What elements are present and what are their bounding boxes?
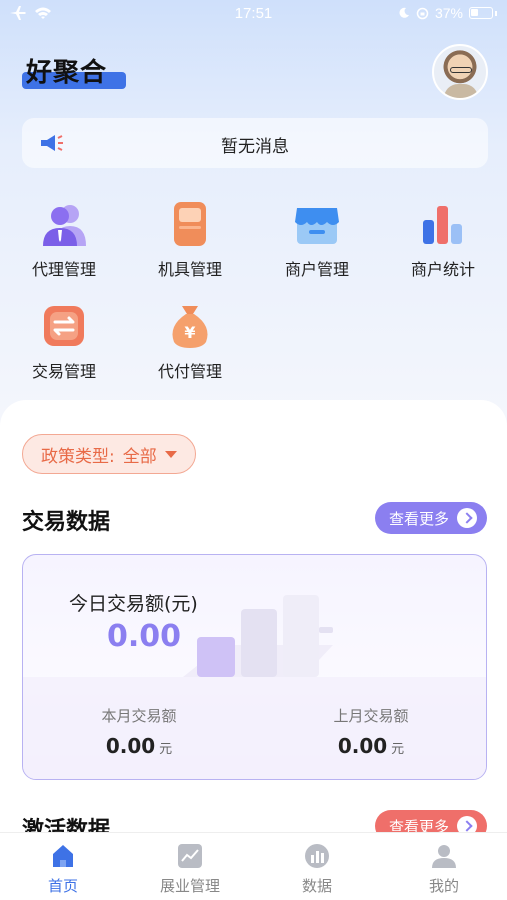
month-trade-value: 0.00 元 [23,734,255,758]
menu-item-agent[interactable]: 代理管理 [9,200,119,280]
agent-icon [40,200,88,248]
menu-item-shop-stats[interactable]: 商户统计 [388,200,498,280]
tab-label: 首页 [47,877,78,895]
last-month-unit: 元 [391,742,405,757]
home-icon [50,843,76,869]
menu-label: 交易管理 [31,362,96,381]
avatar[interactable] [432,44,488,100]
chevron-right-icon [457,508,477,528]
tab-bar: 首页 展业管理 数据 我的 [0,832,507,900]
tab-mine[interactable]: 我的 [381,843,507,896]
avatar-glasses [450,67,472,73]
tab-home[interactable]: 首页 [0,843,126,896]
battery-icon [469,7,493,19]
tab-label: 展业管理 [159,877,220,895]
trend-icon [177,843,203,869]
content-panel: 政策类型: 全部 交易数据 查看更多 今日交易额(元) 0.00 本月交易额 0… [0,400,507,843]
last-month-trade-value: 0.00 元 [255,734,486,758]
user-icon [431,843,457,869]
money-bag-icon: ¥ [166,302,214,350]
moon-icon [399,7,409,18]
last-month-value: 0.00 [337,734,388,758]
svg-text:¥: ¥ [184,323,195,342]
tab-label: 数据 [301,877,332,895]
battery-tip [495,10,497,16]
notice-bar[interactable]: 暂无消息 [22,118,488,168]
menu-label: 商户管理 [284,260,349,279]
trade-summary-row: 本月交易额 0.00 元 上月交易额 0.00 元 [23,677,486,779]
shop-icon [293,200,341,248]
tab-business[interactable]: 展业管理 [127,843,253,896]
status-bar: 17:51 37% [0,0,507,30]
device-icon [166,200,214,248]
month-trade-label: 本月交易额 [101,707,177,725]
app-title: 好聚合 [26,58,108,88]
menu-label: 代付管理 [157,362,222,381]
trade-more-button[interactable]: 查看更多 [374,502,487,534]
menu-label: 代理管理 [31,260,96,279]
today-trade-value: 0.00 [107,619,182,654]
menu-item-device[interactable]: 机具管理 [135,200,245,280]
trade-section-title: 交易数据 [22,510,111,535]
tab-data[interactable]: 数据 [254,843,380,896]
notice-text: 暂无消息 [221,137,289,157]
month-trade: 本月交易额 0.00 元 [23,705,255,758]
menu-item-shop[interactable]: 商户管理 [262,200,372,280]
bar-chart-icon [419,200,467,248]
policy-label: 政策类型: [41,446,115,467]
tab-label: 我的 [428,877,459,895]
month-value: 0.00 [105,734,156,758]
battery-percent: 37% [434,5,463,21]
caret-down-icon [164,450,177,458]
month-unit: 元 [159,742,173,757]
more-label: 查看更多 [388,509,449,528]
chart-decoration-icon [183,595,333,677]
today-trade-label: 今日交易额(元) [69,593,198,615]
menu-label: 机具管理 [157,260,222,279]
policy-filter[interactable]: 政策类型: 全部 [22,434,196,474]
menu-label: 商户统计 [410,260,475,279]
trade-card: 今日交易额(元) 0.00 本月交易额 0.00 元 上月交易额 0.00 元 [22,554,487,780]
last-month-trade: 上月交易额 0.00 元 [255,705,486,758]
menu-item-payment[interactable]: ¥ 代付管理 [135,302,245,382]
last-month-trade-label: 上月交易额 [333,707,409,725]
exchange-icon [40,302,88,350]
avatar-shirt [444,84,478,98]
data-icon [304,843,330,869]
lock-rotation-icon [416,7,429,19]
menu-item-trade[interactable]: 交易管理 [9,302,119,382]
policy-value: 全部 [122,446,157,467]
